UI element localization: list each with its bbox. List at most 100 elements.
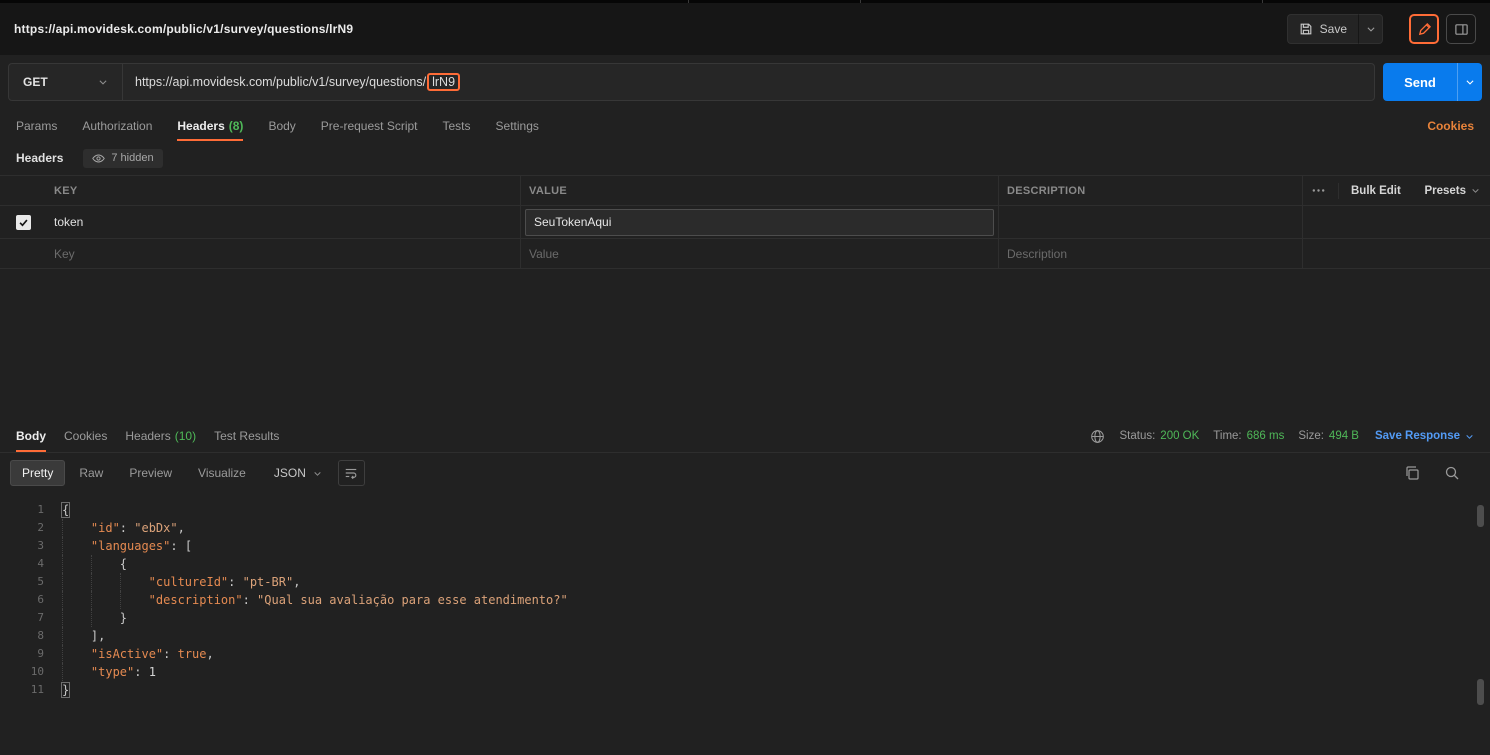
response-tab-body[interactable]: Body [16, 420, 46, 452]
response-tab-test-results-label: Test Results [214, 429, 280, 443]
tab-headers[interactable]: Headers (8) [177, 110, 244, 141]
headers-section-title: Headers [16, 151, 64, 165]
request-tabs: Params Authorization Headers (8) Body Pr… [0, 110, 1490, 141]
code-line: 4{ [0, 555, 1490, 573]
header-placeholder-row: Key Value Description [0, 239, 1490, 269]
line-number: 9 [37, 647, 44, 660]
network-info-icon[interactable] [1090, 429, 1105, 444]
url-container: GET https://api.movidesk.com/public/v1/s… [8, 63, 1375, 101]
indent-guide [62, 609, 91, 627]
tab-prerequest-script[interactable]: Pre-request Script [321, 110, 418, 141]
method-label: GET [23, 75, 48, 89]
code-text: "id": "ebDx", [62, 519, 185, 537]
code-line: 8], [0, 627, 1490, 645]
header-description-cell[interactable] [998, 206, 1302, 238]
response-tab-headers[interactable]: Headers (10) [125, 420, 196, 452]
response-format-dropdown[interactable]: JSON [274, 466, 322, 480]
bulk-edit-button[interactable]: Bulk Edit [1351, 185, 1401, 197]
scrollbar-thumb[interactable] [1477, 505, 1484, 527]
edit-request-button[interactable] [1409, 14, 1439, 44]
header-checkbox-column [0, 176, 46, 205]
row-checkbox-checked[interactable] [15, 214, 31, 230]
indent-guide [62, 627, 91, 645]
tab-divider [1262, 0, 1263, 3]
placeholder-description-cell[interactable]: Description [998, 239, 1302, 268]
save-response-dropdown[interactable]: Save Response [1375, 430, 1474, 442]
search-icon[interactable] [1444, 465, 1460, 481]
cookies-link[interactable]: Cookies [1427, 119, 1474, 133]
wrap-lines-icon [344, 466, 358, 480]
line-number: 11 [30, 683, 44, 696]
hidden-headers-toggle[interactable]: 7 hidden [83, 148, 163, 168]
comments-panel-button[interactable] [1446, 14, 1476, 44]
header-value-input[interactable]: SeuTokenAqui [525, 208, 994, 236]
header-key-cell[interactable]: token [46, 206, 520, 238]
code-line: 11} [0, 681, 1490, 699]
response-code-lines: 1{2 "id": "ebDx", 3 "languages": [4{5 "cultu… [0, 501, 1490, 699]
presets-dropdown[interactable]: Presets [1424, 185, 1480, 197]
postman-window: https://api.movidesk.com/public/v1/surve… [0, 0, 1490, 755]
placeholder-value-cell[interactable]: Value [520, 239, 998, 268]
request-title: https://api.movidesk.com/public/v1/surve… [14, 22, 354, 36]
view-tab-preview[interactable]: Preview [117, 460, 184, 486]
placeholder-key-cell[interactable]: Key [46, 239, 520, 268]
method-selector[interactable]: GET [9, 64, 123, 100]
tab-params[interactable]: Params [16, 110, 57, 141]
tab-settings-label: Settings [495, 118, 539, 133]
indent-guide [90, 573, 120, 591]
save-button[interactable]: Save [1286, 14, 1358, 44]
code-text: "description": "Qual sua avaliação para … [62, 591, 568, 609]
line-number: 2 [37, 521, 44, 534]
line-number: 10 [30, 665, 44, 678]
indent-guide [62, 555, 91, 573]
pencil-icon [1417, 22, 1432, 37]
wrap-lines-button[interactable] [337, 460, 365, 486]
row-controls-cell [1302, 206, 1490, 238]
code-line: 7} [0, 609, 1490, 627]
save-options-button[interactable] [1358, 14, 1383, 44]
code-text: "languages": [ [62, 537, 192, 555]
tab-headers-count: (8) [228, 118, 244, 133]
code-line: 2 "id": "ebDx", [0, 519, 1490, 537]
copy-icon[interactable] [1404, 465, 1420, 481]
code-text: "type": 1 [62, 663, 156, 681]
view-tab-raw[interactable]: Raw [67, 460, 115, 486]
response-tab-test-results[interactable]: Test Results [214, 420, 279, 452]
eye-icon [92, 152, 106, 165]
time-value: 686 ms [1246, 430, 1285, 442]
tab-tests[interactable]: Tests [443, 110, 471, 141]
scrollbar-thumb[interactable] [1477, 679, 1484, 705]
response-view-toolbar: Pretty Raw Preview Visualize JSON [0, 453, 1490, 493]
tab-authorization-label: Authorization [82, 118, 153, 133]
code-line: 6 "description": "Qual sua avaliação para… [0, 591, 1490, 609]
indent-guide [62, 573, 91, 591]
tab-authorization[interactable]: Authorization [82, 110, 152, 141]
view-tab-pretty[interactable]: Pretty [10, 460, 66, 486]
save-button-label: Save [1319, 22, 1347, 36]
code-text: } [60, 682, 71, 698]
response-toolbar-actions [1404, 465, 1480, 481]
response-pane: Body Cookies Headers (10) Test Results S… [0, 420, 1490, 755]
response-meta: Status: 200 OK Time: 686 ms Size: 494 B … [1090, 429, 1474, 444]
headers-table-header-row: KEY VALUE DESCRIPTION Bulk Edit Presets [0, 176, 1490, 206]
view-tab-visualize[interactable]: Visualize [186, 460, 258, 486]
row-controls-cell [1302, 239, 1490, 268]
time-indicator: Time: 686 ms [1213, 430, 1284, 442]
more-actions-icon[interactable] [1311, 183, 1326, 198]
tab-settings[interactable]: Settings [496, 110, 539, 141]
column-description: DESCRIPTION [998, 176, 1302, 205]
indent-guide [119, 591, 149, 609]
save-response-label: Save Response [1374, 430, 1460, 442]
chevron-down-icon [1465, 77, 1475, 87]
response-body-viewer[interactable]: 1{2 "id": "ebDx", 3 "languages": [4{5 "cultu… [0, 493, 1490, 755]
row-checkbox-cell [0, 239, 46, 268]
indent-guide [62, 537, 91, 555]
send-button[interactable]: Send [1383, 63, 1457, 101]
status-value: 200 OK [1160, 430, 1200, 442]
send-options-button[interactable] [1457, 63, 1482, 101]
response-tab-cookies[interactable]: Cookies [64, 420, 107, 452]
url-input[interactable]: https://api.movidesk.com/public/v1/surve… [123, 64, 472, 100]
line-number: 3 [37, 539, 44, 552]
response-format-label: JSON [273, 466, 306, 480]
tab-body[interactable]: Body [268, 110, 295, 141]
